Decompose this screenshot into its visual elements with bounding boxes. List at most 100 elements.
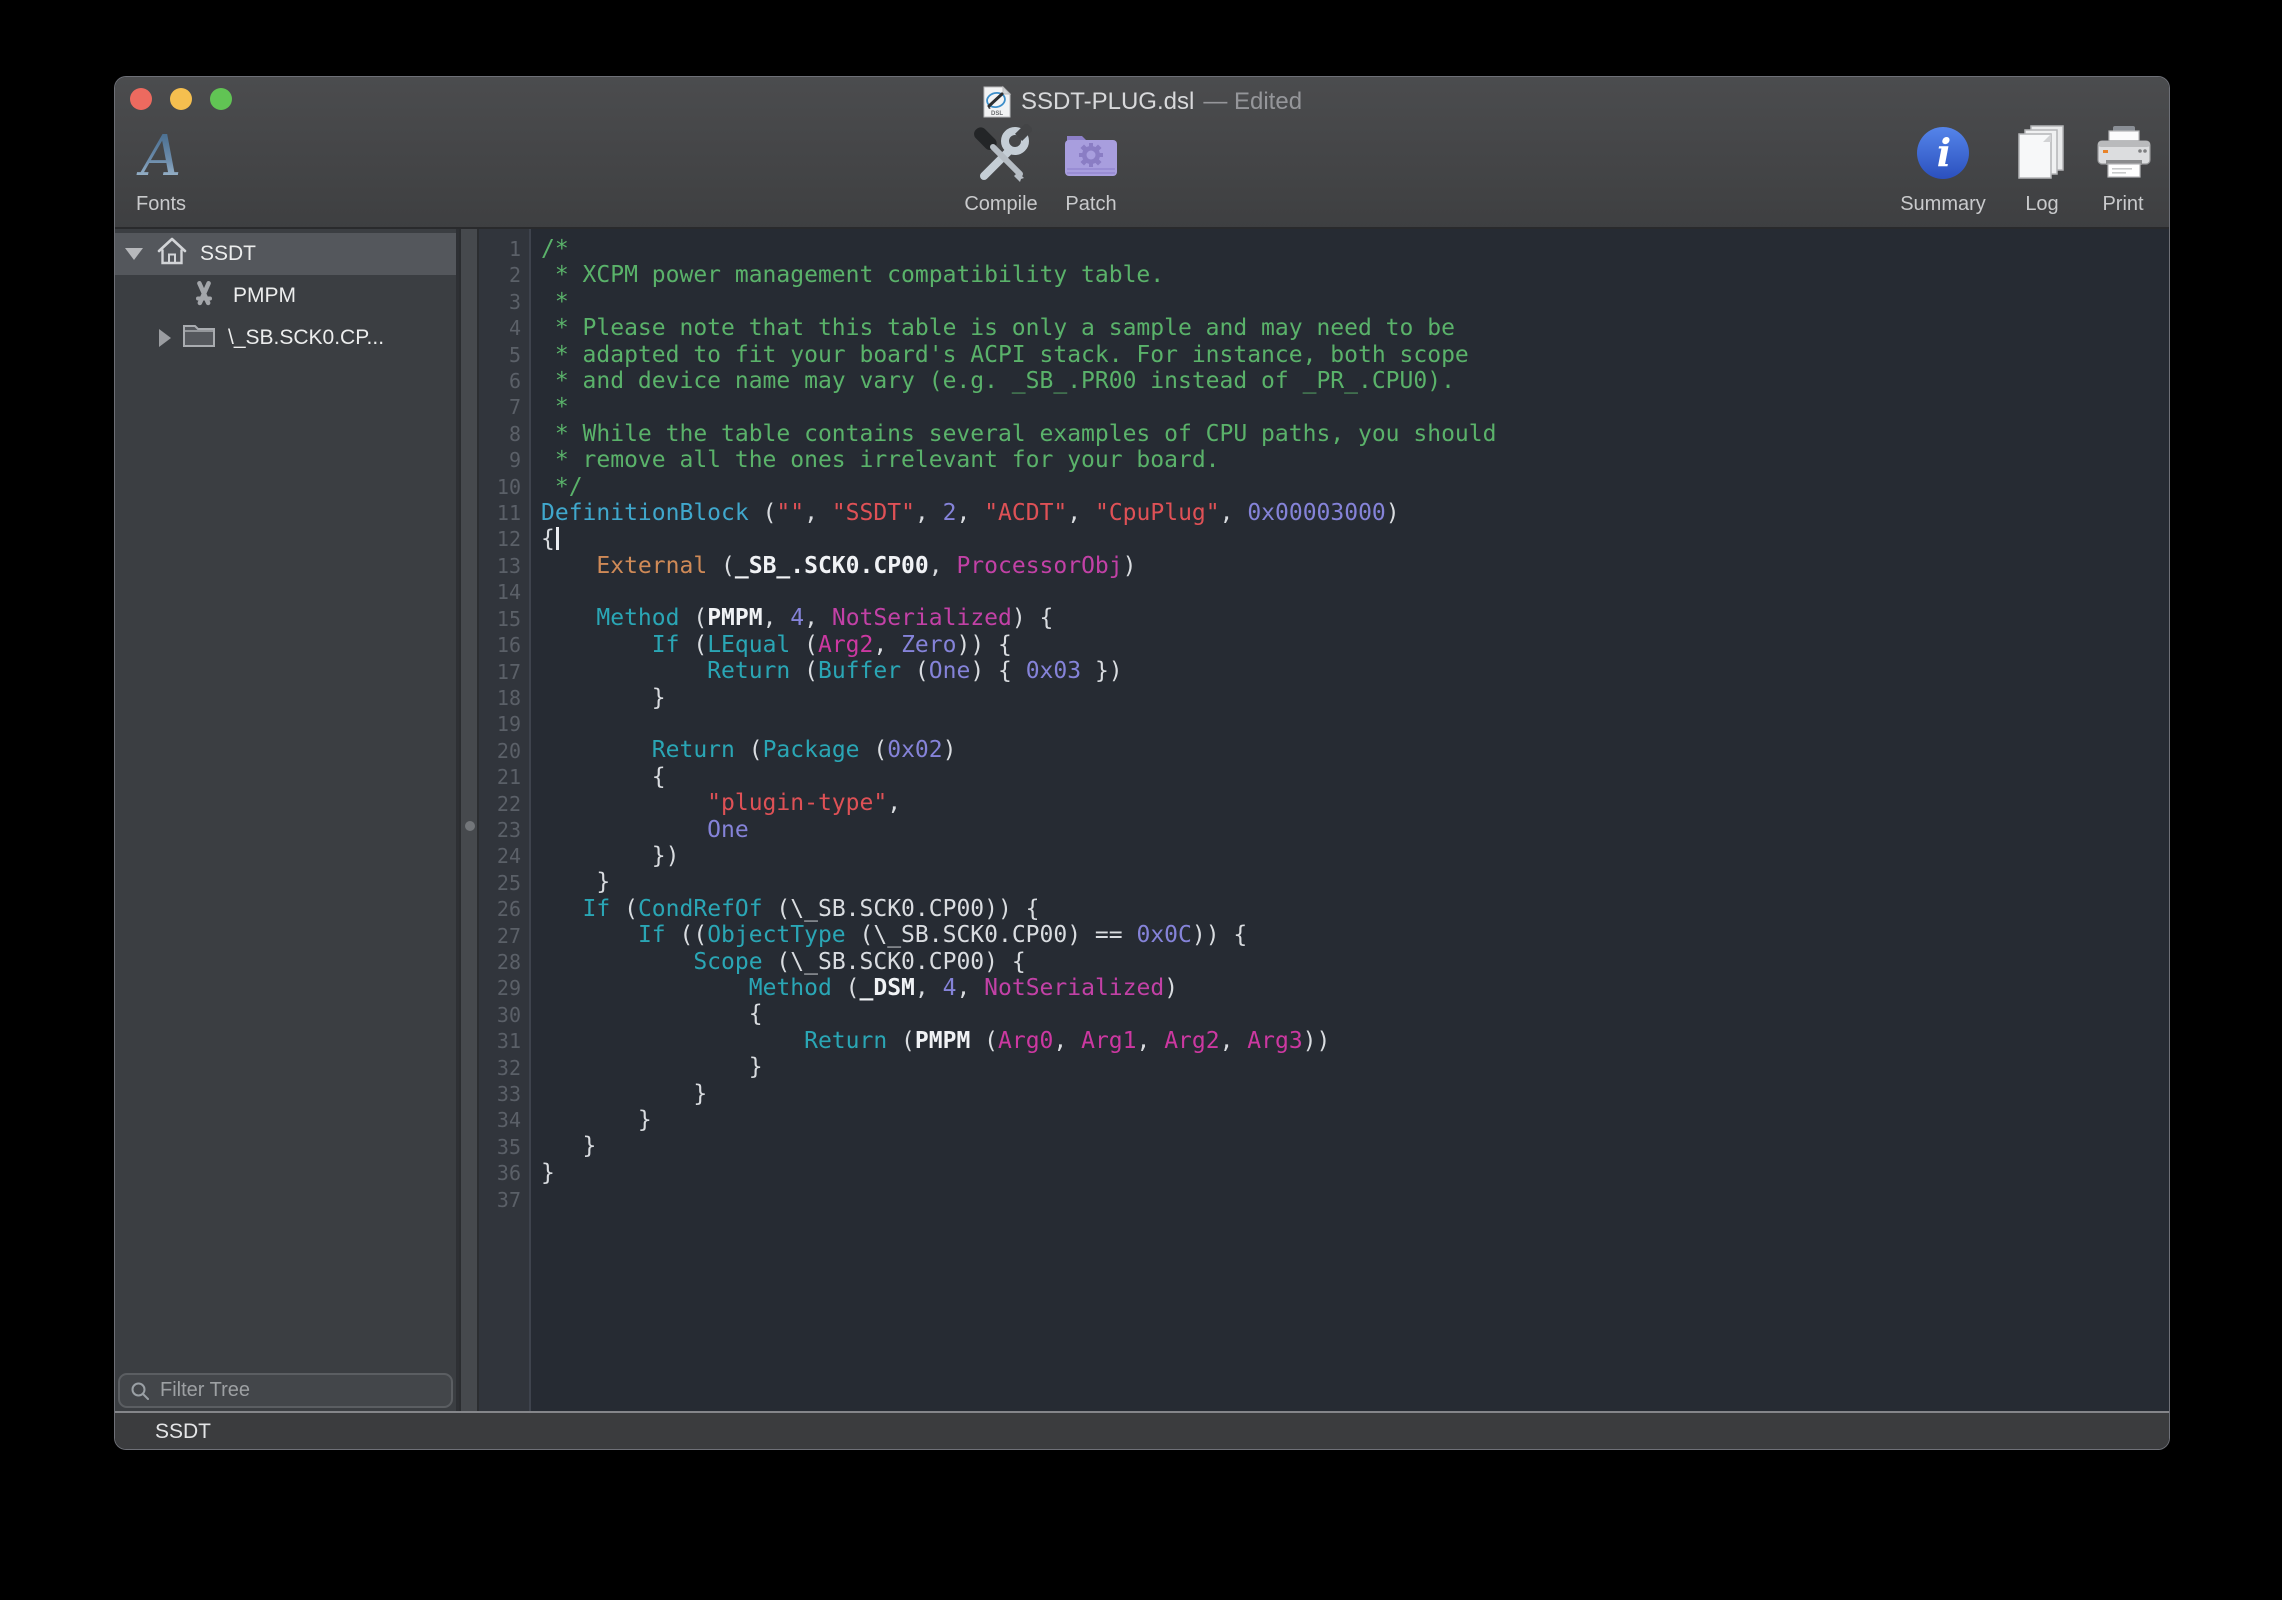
split-divider[interactable] (459, 229, 479, 1411)
line-number: 19 (479, 711, 521, 737)
line-number: 10 (479, 474, 521, 500)
disclosure-down-icon[interactable] (125, 248, 143, 260)
code-line: /* (541, 236, 2169, 262)
code-line: One (541, 817, 2169, 843)
status-bar: SSDT (115, 1411, 2169, 1450)
sidebar-tree: SSDT PMPM (115, 229, 459, 1411)
line-number: 2 (479, 262, 521, 288)
line-number: 37 (479, 1187, 521, 1213)
window-title: SSDT-PLUG.dsl (1021, 88, 1194, 116)
line-number: 1 (479, 236, 521, 262)
code-line (541, 1186, 2169, 1212)
code-line: "plugin-type", (541, 790, 2169, 816)
folder-icon (182, 321, 216, 355)
line-number: 27 (479, 923, 521, 949)
window-title-group: DSL SSDT-PLUG.dsl — Edited (115, 83, 2169, 121)
code-lines: /* * XCPM power management compatibility… (541, 236, 2169, 1212)
code-line: If (CondRefOf (\_SB.SCK0.CP00)) { (541, 896, 2169, 922)
line-number: 7 (479, 394, 521, 420)
code-line: }) (541, 843, 2169, 869)
code-line (541, 711, 2169, 737)
code-line: Return (Buffer (One) { 0x03 }) (541, 658, 2169, 684)
code-line: DefinitionBlock ("", "SSDT", 2, "ACDT", … (541, 500, 2169, 526)
line-number: 21 (479, 764, 521, 790)
code-line: If ((ObjectType (\_SB.SCK0.CP00) == 0x0C… (541, 922, 2169, 948)
code-line: * and device name may vary (e.g. _SB_.PR… (541, 368, 2169, 394)
code-line: } (541, 869, 2169, 895)
filter-tree-field[interactable] (118, 1373, 453, 1408)
edited-badge: — Edited (1203, 88, 1302, 116)
tree-item-pmpm[interactable]: PMPM (115, 275, 459, 317)
printer-icon (2092, 123, 2154, 187)
titlebar: DSL SSDT-PLUG.dsl — Edited A (115, 77, 2169, 229)
line-number: 23 (479, 817, 521, 843)
info-icon: i (1912, 123, 1974, 187)
patch-label: Patch (1065, 193, 1116, 215)
disclosure-right-icon[interactable] (159, 329, 171, 347)
line-number: 29 (479, 975, 521, 1001)
fonts-icon: A (129, 123, 193, 187)
line-number: 26 (479, 896, 521, 922)
text-caret (556, 527, 559, 550)
code-line: { (541, 526, 2169, 552)
line-number: 8 (479, 421, 521, 447)
line-number: 35 (479, 1134, 521, 1160)
maciasl-window: DSL SSDT-PLUG.dsl — Edited A (114, 76, 2170, 1450)
code-line: * (541, 394, 2169, 420)
code-line: } (541, 1160, 2169, 1186)
line-number: 14 (479, 579, 521, 605)
code-line: } (541, 1081, 2169, 1107)
search-icon (130, 1381, 150, 1401)
line-number: 25 (479, 870, 521, 896)
code-line: * XCPM power management compatibility ta… (541, 262, 2169, 288)
split-handle-dimple[interactable] (465, 821, 475, 831)
fonts-label: Fonts (136, 193, 186, 215)
code-line: { (541, 1001, 2169, 1027)
tree-item-label: SSDT (200, 242, 256, 266)
code-line: */ (541, 474, 2169, 500)
filter-tree-input[interactable] (158, 1378, 441, 1403)
patch-folder-icon (1060, 123, 1122, 187)
document-icon: DSL (982, 85, 1012, 119)
status-text: SSDT (155, 1420, 211, 1444)
house-icon (156, 236, 188, 272)
tree-item-ssdt[interactable]: SSDT (115, 233, 459, 275)
line-number: 31 (479, 1028, 521, 1054)
tree-item-sb-sck0[interactable]: \_SB.SCK0.CP... (115, 317, 459, 359)
line-number-gutter: 1234567891011121314151617181920212223242… (479, 229, 529, 1411)
code-line: * adapted to fit your board's ACPI stack… (541, 342, 2169, 368)
code-line (541, 579, 2169, 605)
code-line: Return (Package (0x02) (541, 737, 2169, 763)
line-number: 34 (479, 1107, 521, 1133)
line-number: 9 (479, 447, 521, 473)
code-line: } (541, 685, 2169, 711)
code-line: Return (PMPM (Arg0, Arg1, Arg2, Arg3)) (541, 1028, 2169, 1054)
code-editor[interactable]: /* * XCPM power management compatibility… (531, 229, 2169, 1411)
line-number: 12 (479, 526, 521, 552)
line-number: 36 (479, 1160, 521, 1186)
code-line: * (541, 289, 2169, 315)
print-label: Print (2102, 193, 2143, 215)
code-line: Scope (\_SB.SCK0.CP00) { (541, 949, 2169, 975)
line-number: 5 (479, 342, 521, 368)
line-number: 18 (479, 685, 521, 711)
tree-item-label: PMPM (233, 284, 296, 308)
code-line: } (541, 1107, 2169, 1133)
fonts-button[interactable]: A Fonts (114, 123, 236, 223)
tools-a-icon (189, 279, 219, 313)
line-number: 4 (479, 315, 521, 341)
print-button[interactable]: Print (2048, 123, 2170, 223)
code-line: External (_SB_.SCK0.CP00, ProcessorObj) (541, 553, 2169, 579)
line-number: 22 (479, 791, 521, 817)
code-line: Method (PMPM, 4, NotSerialized) { (541, 605, 2169, 631)
patch-button[interactable]: Patch (1016, 123, 1166, 223)
line-number: 13 (479, 553, 521, 579)
code-line: { (541, 764, 2169, 790)
line-number: 3 (479, 289, 521, 315)
svg-text:DSL: DSL (991, 111, 1003, 117)
line-number: 30 (479, 1002, 521, 1028)
line-number: 6 (479, 368, 521, 394)
content-area: SSDT PMPM (115, 229, 2169, 1411)
code-line: * Please note that this table is only a … (541, 315, 2169, 341)
line-number: 24 (479, 843, 521, 869)
